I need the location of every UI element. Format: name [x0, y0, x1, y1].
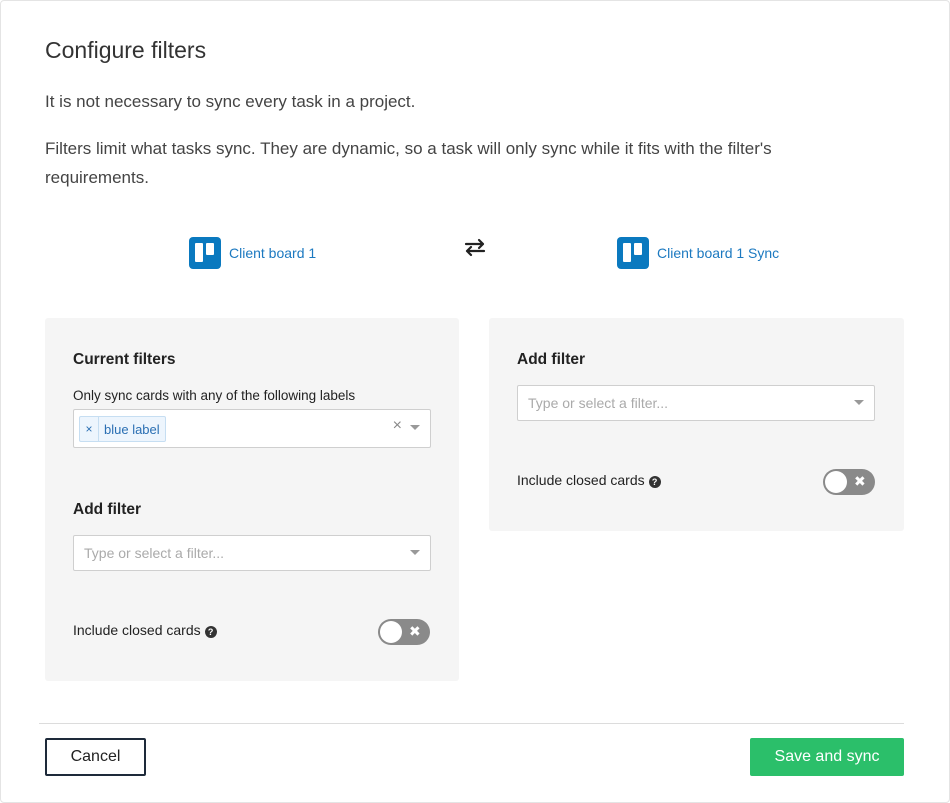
current-filters-heading: Current filters: [73, 351, 176, 368]
chevron-down-icon[interactable]: [410, 550, 420, 555]
include-closed-text: Include closed cards: [517, 472, 645, 488]
close-icon: ✖: [409, 623, 421, 639]
include-closed-label: Include closed cards?: [73, 622, 217, 638]
include-closed-text: Include closed cards: [73, 622, 201, 638]
board-left-link[interactable]: Client board 1: [229, 245, 316, 261]
add-filter-placeholder: Type or select a filter...: [84, 545, 225, 561]
board-left: Client board 1: [189, 237, 316, 269]
footer-divider: [39, 723, 904, 724]
cancel-button[interactable]: Cancel: [45, 738, 146, 776]
add-filter-heading: Add filter: [73, 501, 142, 518]
right-filters-panel: Add filter Type or select a filter... In…: [489, 318, 904, 531]
board-right-link[interactable]: Client board 1 Sync: [657, 245, 779, 261]
trello-icon: [617, 237, 649, 269]
save-and-sync-button[interactable]: Save and sync: [750, 738, 904, 776]
left-filters-panel: Current filters Only sync cards with any…: [45, 318, 459, 681]
tag-chip: × blue label: [79, 416, 166, 442]
close-icon: ✖: [854, 473, 866, 489]
tag-remove-icon[interactable]: ×: [80, 417, 99, 441]
add-filter-placeholder: Type or select a filter...: [528, 395, 669, 411]
toggle-knob: [380, 621, 402, 643]
tag-label: blue label: [104, 421, 160, 437]
include-closed-label: Include closed cards?: [517, 472, 661, 488]
add-filter-select[interactable]: Type or select a filter...: [73, 535, 431, 571]
intro-text-1: It is not necessary to sync every task i…: [45, 92, 416, 111]
include-closed-toggle[interactable]: ✖: [823, 469, 875, 495]
help-icon[interactable]: ?: [204, 626, 217, 638]
add-filter-heading: Add filter: [517, 351, 586, 368]
toggle-knob: [825, 471, 847, 493]
trello-icon: [189, 237, 221, 269]
configure-filters-modal: Configure filters It is not necessary to…: [0, 0, 950, 803]
labels-filter-label: Only sync cards with any of the followin…: [73, 388, 356, 403]
modal-title: Configure filters: [45, 37, 207, 63]
swap-arrows-icon[interactable]: [461, 236, 489, 260]
help-icon[interactable]: ?: [648, 476, 661, 488]
add-filter-select[interactable]: Type or select a filter...: [517, 385, 875, 421]
chevron-down-icon[interactable]: [410, 425, 420, 430]
labels-multiselect[interactable]: × blue label ×: [73, 409, 431, 448]
chevron-down-icon[interactable]: [854, 400, 864, 405]
clear-icon[interactable]: ×: [393, 417, 402, 435]
board-right: Client board 1 Sync: [617, 237, 779, 269]
intro-text-2: Filters limit what tasks sync. They are …: [45, 139, 772, 187]
include-closed-toggle[interactable]: ✖: [378, 619, 430, 645]
